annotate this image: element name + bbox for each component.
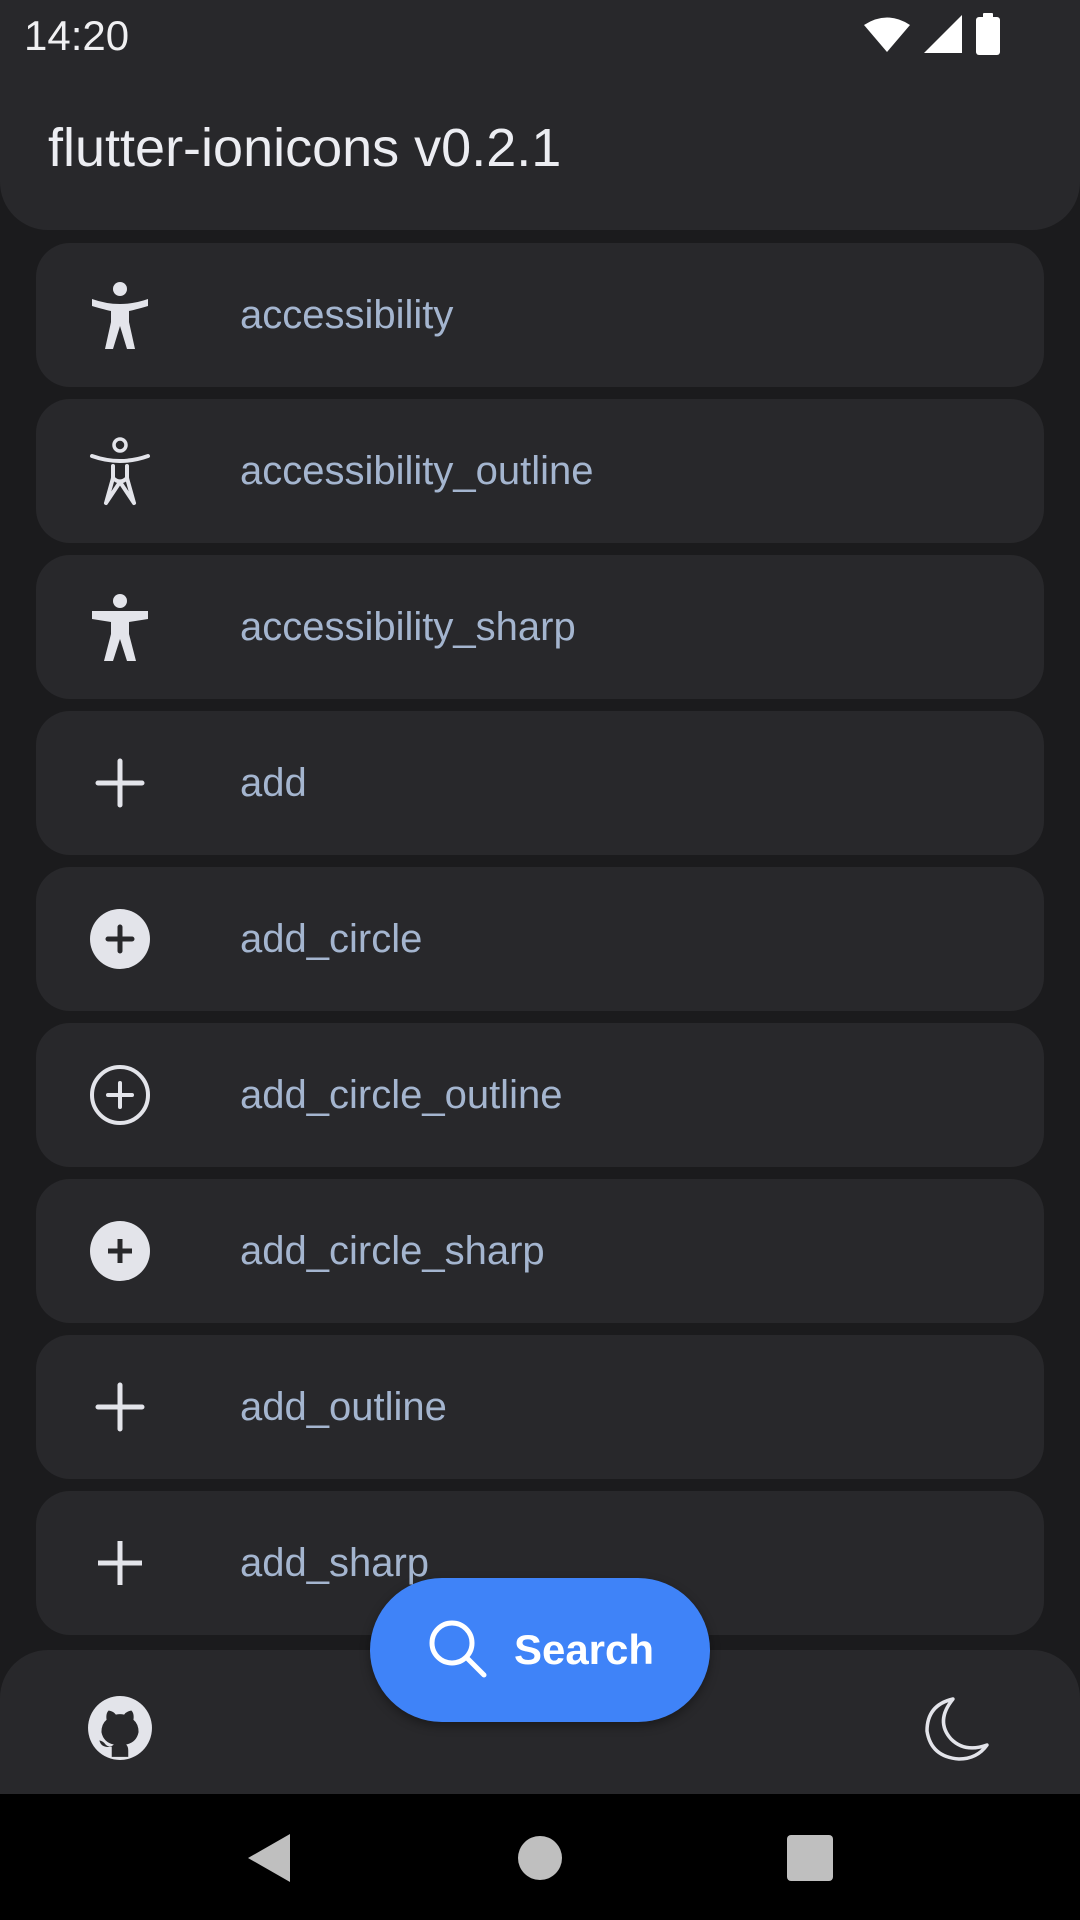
status-icons bbox=[864, 12, 1000, 60]
item-label: accessibility bbox=[240, 293, 454, 337]
accessibility-icon bbox=[84, 279, 156, 351]
item-label: add_circle bbox=[240, 917, 423, 961]
github-icon[interactable] bbox=[78, 1686, 162, 1770]
search-icon bbox=[426, 1617, 488, 1684]
item-label: add bbox=[240, 761, 307, 805]
item-label: add_circle_outline bbox=[240, 1073, 563, 1117]
list-item[interactable]: accessibility_outline bbox=[36, 399, 1044, 543]
battery-icon bbox=[976, 12, 1000, 60]
accessibility-sharp-icon bbox=[84, 591, 156, 663]
signal-icon bbox=[924, 14, 962, 58]
home-icon[interactable] bbox=[510, 1828, 570, 1888]
wifi-icon bbox=[864, 16, 910, 57]
list-item[interactable]: accessibility_sharp bbox=[36, 555, 1044, 699]
page-title: flutter-ionicons v0.2.1 bbox=[48, 118, 562, 178]
icon-list: accessibility accessibility_outline acce… bbox=[36, 243, 1044, 1635]
item-label: add_circle_sharp bbox=[240, 1229, 545, 1273]
search-button[interactable]: Search bbox=[370, 1578, 710, 1722]
add-icon bbox=[84, 747, 156, 819]
accessibility-outline-icon bbox=[84, 435, 156, 507]
list-item[interactable]: add_circle_sharp bbox=[36, 1179, 1044, 1323]
item-label: add_outline bbox=[240, 1385, 447, 1429]
list-item[interactable]: accessibility bbox=[36, 243, 1044, 387]
recents-icon[interactable] bbox=[780, 1828, 840, 1888]
add-circle-outline-icon bbox=[84, 1059, 156, 1131]
list-item[interactable]: add_outline bbox=[36, 1335, 1044, 1479]
item-label: accessibility_outline bbox=[240, 449, 594, 493]
system-nav-bar bbox=[0, 1794, 1080, 1920]
app-bar: 14:20 flutter-ionicons v0.2.1 bbox=[0, 0, 1080, 230]
list-item[interactable]: add bbox=[36, 711, 1044, 855]
list-item[interactable]: add_circle_outline bbox=[36, 1023, 1044, 1167]
add-circle-icon bbox=[84, 903, 156, 975]
back-icon[interactable] bbox=[238, 1828, 298, 1888]
status-time: 14:20 bbox=[24, 12, 130, 59]
search-button-label: Search bbox=[513, 1626, 655, 1673]
add-outline-icon bbox=[84, 1371, 156, 1443]
add-circle-sharp-icon bbox=[84, 1215, 156, 1287]
list-item[interactable]: add_circle bbox=[36, 867, 1044, 1011]
moon-icon[interactable] bbox=[916, 1686, 1000, 1770]
add-sharp-icon bbox=[84, 1527, 156, 1599]
item-label: accessibility_sharp bbox=[240, 605, 576, 649]
